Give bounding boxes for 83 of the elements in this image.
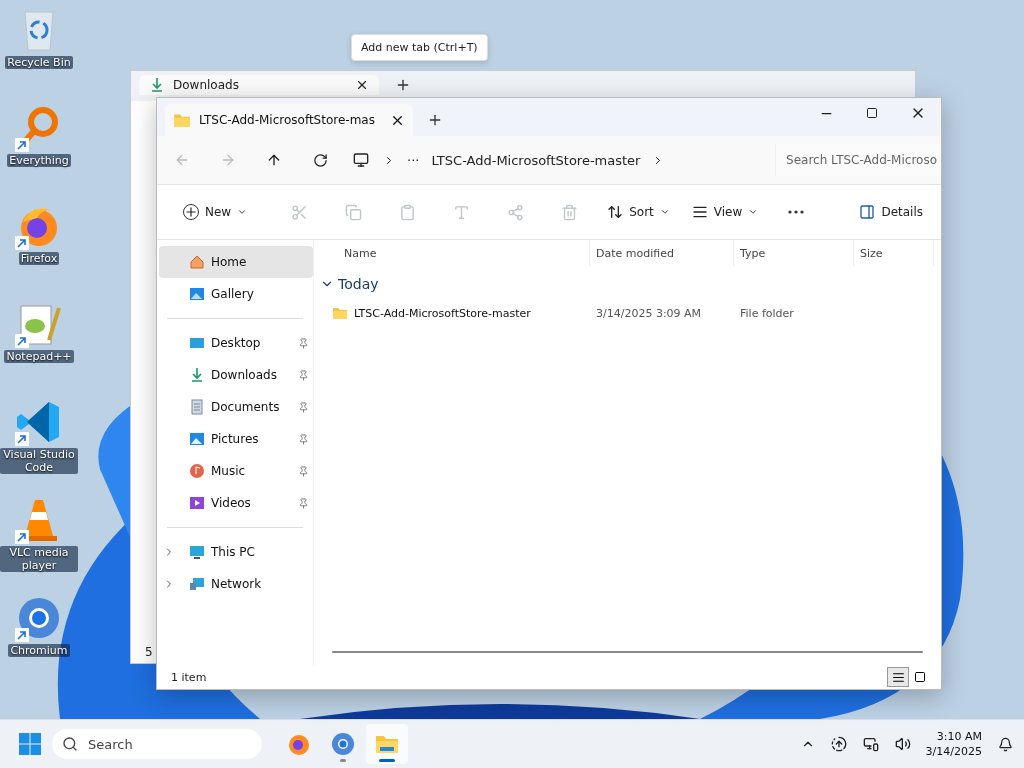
sort-arrows-icon: [607, 204, 624, 220]
details-view-button[interactable]: [887, 667, 909, 687]
plus-circle-icon: [183, 204, 199, 220]
column-header[interactable]: Size: [854, 240, 934, 266]
monitor-icon: [189, 544, 205, 560]
plus-icon: [395, 77, 411, 93]
status-text: 5: [145, 645, 153, 659]
monitor-icon[interactable]: [351, 152, 371, 168]
scrollbar-thumb[interactable]: [332, 651, 923, 653]
tab[interactable]: Downloads: [139, 75, 379, 95]
clock-date[interactable]: 3/14/2025: [925, 744, 982, 759]
download-icon: [189, 367, 205, 383]
new-button[interactable]: New: [175, 195, 256, 229]
bell-icon[interactable]: [996, 736, 1014, 752]
pin-icon[interactable]: [298, 497, 309, 509]
desktop-icon: [189, 335, 205, 351]
update-icon[interactable]: [829, 736, 848, 752]
table-cell-text: File folder: [739, 306, 795, 320]
list-icon: [891, 670, 905, 684]
display-icon[interactable]: [861, 736, 880, 752]
pin-icon[interactable]: [298, 337, 309, 349]
desktop-icon-label[interactable]: VLC media player: [0, 546, 78, 572]
desktop-icon-label[interactable]: Recycle Bin: [5, 56, 73, 69]
desktop-icon-label[interactable]: Chromium: [8, 644, 70, 657]
clock-time[interactable]: 3:10 AM: [936, 729, 982, 744]
sidebar-item[interactable]: Network: [159, 568, 313, 600]
more-icon: [788, 210, 805, 214]
network-icon: [189, 576, 205, 592]
table-cell-text: 3/14/2025 3:09 AM: [595, 306, 703, 320]
plus-icon: [427, 112, 443, 128]
download-icon: [149, 77, 165, 93]
taskbar-search-field[interactable]: Search: [52, 729, 262, 759]
breadcrumb-overflow[interactable]: ···: [407, 152, 420, 168]
sidebar-item[interactable]: Videos: [159, 487, 313, 519]
group-header[interactable]: Today: [314, 266, 941, 302]
video-icon: [189, 495, 205, 511]
sort-button[interactable]: Sort: [599, 195, 678, 229]
details-button[interactable]: Details: [851, 195, 931, 229]
caret-icon: [659, 207, 670, 217]
sidebar-item[interactable]: Pictures: [159, 423, 313, 455]
search-icon: [62, 736, 78, 752]
desktop-icon-label[interactable]: Everything: [7, 154, 71, 167]
taskbar-app[interactable]: [366, 724, 408, 764]
sidebar-item[interactable]: Desktop: [159, 327, 313, 359]
chromium-icon: [331, 732, 355, 756]
sidebar-item[interactable]: This PC: [159, 536, 313, 568]
house-icon: [189, 254, 205, 270]
tooltip: Add new tab (Ctrl+T): [351, 34, 488, 61]
sidebar-item[interactable]: Music: [159, 455, 313, 487]
sidebar-item[interactable]: Documents: [159, 391, 313, 423]
picture-icon: [189, 431, 205, 447]
file-name-cell[interactable]: LTSC-Add-MicrosoftStore-master: [314, 305, 590, 321]
pin-icon[interactable]: [298, 369, 309, 381]
pin-icon[interactable]: [298, 401, 309, 413]
start-icon[interactable]: [18, 732, 42, 756]
column-header[interactable]: Date modified: [590, 240, 734, 266]
caret-icon: [748, 207, 759, 217]
speaker-icon[interactable]: [893, 736, 912, 752]
column-header[interactable]: Name: [314, 240, 590, 266]
music-icon: [189, 463, 205, 479]
pin-icon[interactable]: [298, 433, 309, 445]
document-icon: [189, 399, 205, 415]
sidebar-item[interactable]: Downloads: [159, 359, 313, 391]
pin-icon[interactable]: [298, 465, 309, 477]
breadcrumb[interactable]: LTSC-Add-MicrosoftStore-master: [431, 152, 641, 168]
gallery-icon: [189, 286, 205, 302]
desktop-icon-label[interactable]: Firefox: [18, 252, 60, 265]
sidebar-item[interactable]: Home: [159, 246, 313, 278]
close-icon[interactable]: [355, 78, 369, 92]
fox-globe-icon: [287, 732, 311, 756]
lines-icon: [691, 204, 708, 220]
caret-icon: [237, 207, 248, 217]
column-header[interactable]: Type: [734, 240, 854, 266]
panel-icon: [859, 204, 876, 220]
tab[interactable]: LTSC-Add-MicrosoftStore-mas: [165, 104, 413, 136]
status-text: 1 item: [171, 670, 207, 684]
desktop-icon-label[interactable]: Visual Studio Code: [0, 448, 78, 474]
sidebar-item[interactable]: Gallery: [159, 278, 313, 310]
view-button[interactable]: View: [683, 195, 767, 229]
desktop-icon-label[interactable]: Notepad++: [4, 350, 74, 363]
folder-icon: [173, 111, 191, 129]
folder-icon: [332, 305, 348, 321]
square-icon: [914, 671, 926, 683]
